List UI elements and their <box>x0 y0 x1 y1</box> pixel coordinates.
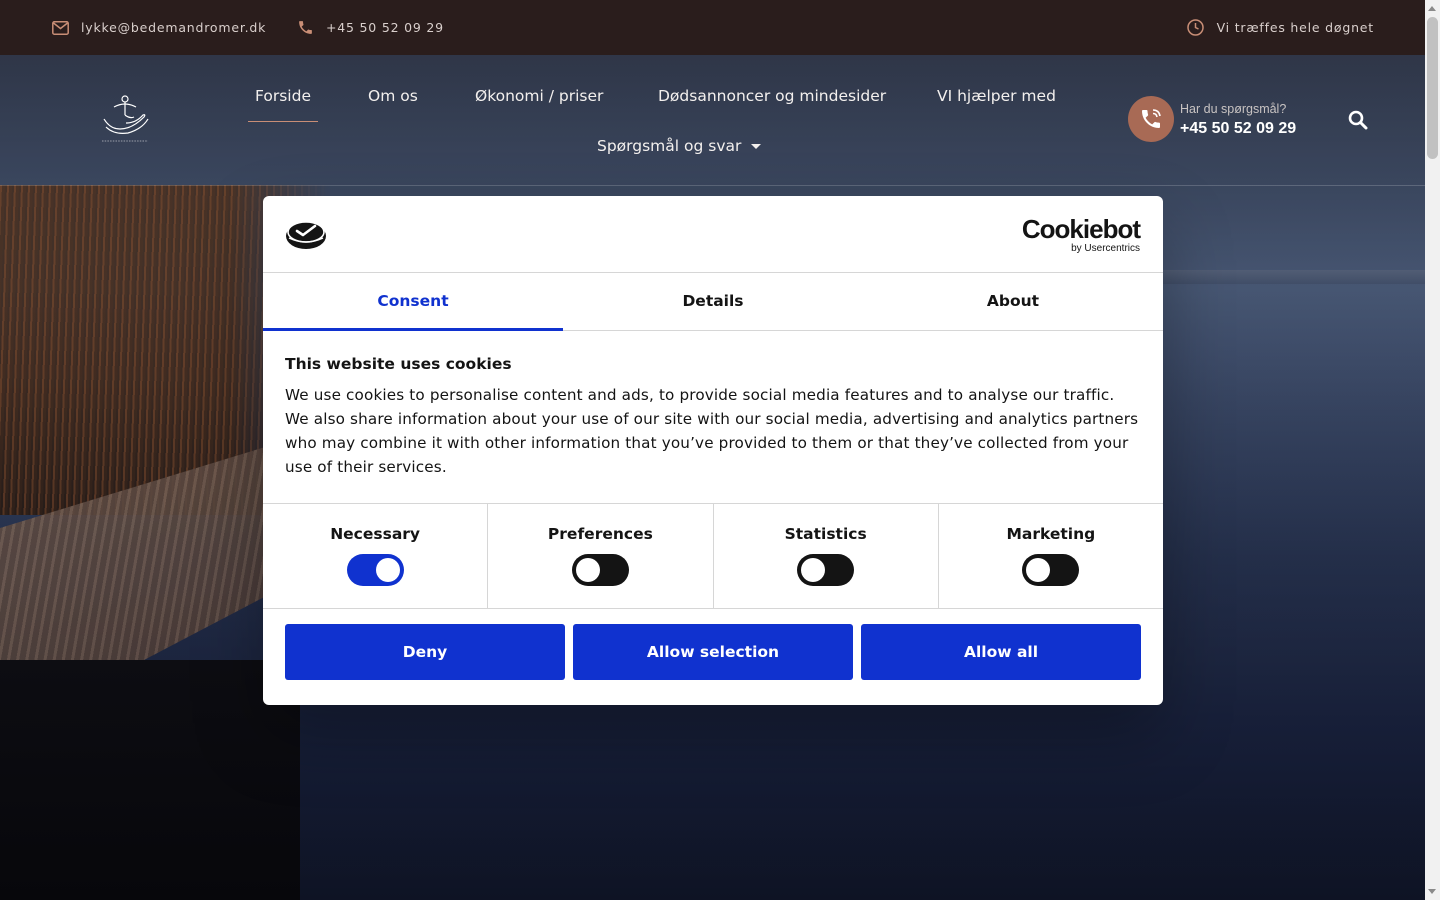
cookiebot-brand[interactable]: Cookiebot by Usercentrics <box>1021 214 1141 255</box>
call-text: Har du spørgsmål? +45 50 52 09 29 <box>1180 100 1296 138</box>
nav-sporgsmal-og-svar[interactable]: Spørgsmål og svar <box>597 137 762 155</box>
nav-okonomi-priser[interactable]: Økonomi / priser <box>475 87 603 105</box>
scroll-down-arrow-icon[interactable] <box>1428 889 1436 894</box>
tab-about[interactable]: About <box>863 273 1163 330</box>
nav-dodsannoncer[interactable]: Dødsannoncer og mindesider <box>658 87 886 105</box>
envelope-icon <box>50 18 70 38</box>
site-header: Forside Om os Økonomi / priser Dødsannon… <box>0 55 1425 186</box>
call-question: Har du spørgsmål? <box>1180 102 1287 116</box>
allow-all-button[interactable]: Allow all <box>861 624 1141 680</box>
toggle-statistics: Statistics <box>714 504 939 608</box>
dialog-buttons: Deny Allow selection Allow all <box>263 609 1163 680</box>
toggle-marketing-switch[interactable] <box>1022 554 1080 586</box>
topbar-hours: Vi træffes hele døgnet <box>1186 0 1374 55</box>
dialog-heading: This website uses cookies <box>285 355 512 373</box>
toggle-necessary-label: Necessary <box>330 525 421 543</box>
switch-knob <box>575 558 600 582</box>
clock-icon <box>1186 18 1206 38</box>
toggle-necessary: Necessary <box>263 504 489 608</box>
deny-button[interactable]: Deny <box>285 624 565 680</box>
topbar-email[interactable]: lykke@bedemandromer.dk <box>50 0 266 55</box>
toggle-marketing-label: Marketing <box>1006 525 1096 543</box>
dialog-tabs: Consent Details About <box>263 273 1163 331</box>
topbar-phone-text: +45 50 52 09 29 <box>326 20 444 35</box>
brand-sub: by Usercentrics <box>1071 243 1140 254</box>
phone-ringing-icon <box>1142 109 1161 128</box>
topbar-email-text: lykke@bedemandromer.dk <box>81 20 267 35</box>
switch-knob <box>1026 558 1051 582</box>
page-scrollbar[interactable] <box>1425 0 1440 900</box>
dialog-body: This website uses cookies We use cookies… <box>263 331 1163 504</box>
topbar-hours-text: Vi træffes hele døgnet <box>1216 20 1374 35</box>
tab-details[interactable]: Details <box>563 273 863 330</box>
dialog-text: We use cookies to personalise content an… <box>285 386 1139 476</box>
consent-toggles: Necessary Preferences Statistics Marketi… <box>263 504 1163 609</box>
phone-icon <box>295 18 315 38</box>
cookie-consent-dialog: Cookiebot by Usercentrics Consent Detail… <box>263 196 1163 705</box>
jetty-shadow <box>0 660 300 900</box>
nav-vi-hjaelper-med[interactable]: VI hjælper med <box>937 87 1056 105</box>
nav-forside[interactable]: Forside <box>248 87 318 122</box>
toggle-marketing: Marketing <box>939 504 1163 608</box>
cookiebot-logo-icon <box>285 218 327 250</box>
nav-om-os[interactable]: Om os <box>368 87 418 105</box>
call-circle <box>1128 96 1174 142</box>
caret-down-icon <box>751 144 762 149</box>
toggle-preferences-label: Preferences <box>547 525 653 543</box>
scroll-up-arrow-icon[interactable] <box>1428 6 1436 11</box>
toggle-statistics-label: Statistics <box>784 525 867 543</box>
brand-name: Cookiebot <box>1021 214 1141 244</box>
horizon <box>1160 270 1425 284</box>
topbar-phone[interactable]: +45 50 52 09 29 <box>295 0 444 55</box>
call-box[interactable]: Har du spørgsmål? +45 50 52 09 29 <box>1128 96 1296 142</box>
allow-selection-button[interactable]: Allow selection <box>573 624 853 680</box>
switch-knob <box>801 558 826 582</box>
dialog-header: Cookiebot by Usercentrics <box>263 196 1163 273</box>
nav-sporgsmal-label: Spørgsmål og svar <box>597 137 742 155</box>
search-icon[interactable] <box>1348 110 1368 130</box>
toggle-preferences: Preferences <box>488 504 714 608</box>
scroll-thumb[interactable] <box>1427 17 1438 159</box>
toggle-statistics-switch[interactable] <box>797 554 855 586</box>
toggle-preferences-switch[interactable] <box>571 554 629 586</box>
call-phone: +45 50 52 09 29 <box>1180 120 1297 137</box>
site-logo[interactable] <box>98 93 152 147</box>
toggle-necessary-switch[interactable] <box>346 554 404 586</box>
top-bar: lykke@bedemandromer.dk +45 50 52 09 29 V… <box>0 0 1425 55</box>
switch-knob <box>375 558 400 582</box>
tab-consent[interactable]: Consent <box>263 273 563 331</box>
